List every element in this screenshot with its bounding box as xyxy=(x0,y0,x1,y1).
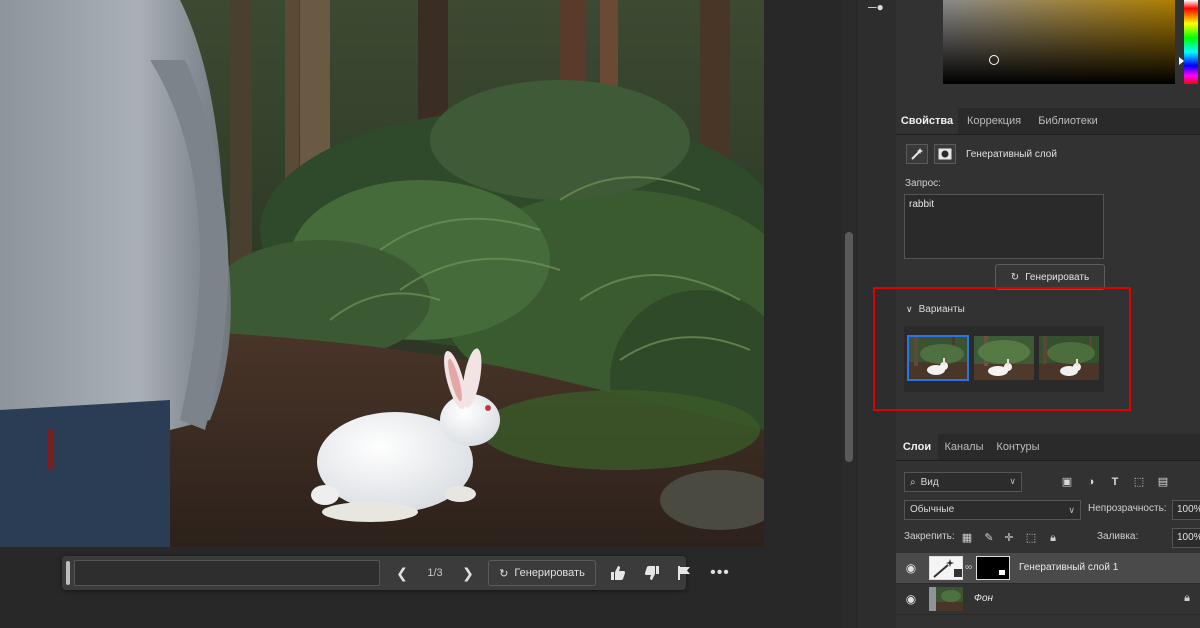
next-variant-button[interactable]: ❯ xyxy=(458,560,478,586)
forest-photo-with-rabbit[interactable] xyxy=(0,0,764,547)
type-filter-icon[interactable]: T xyxy=(1108,475,1122,489)
layer-mask-thumbnail[interactable] xyxy=(976,556,1010,580)
lock-icon: 🔒︎ xyxy=(1184,592,1190,604)
adjustment-filter-icon[interactable]: ◑ xyxy=(1084,475,1098,489)
tab-paths[interactable]: Контуры xyxy=(990,434,1046,460)
contextual-taskbar: ❮ 1/3 ❯ ↻ Генерировать ••• xyxy=(62,556,729,590)
shape-filter-icon[interactable]: ⬚ xyxy=(1132,475,1146,489)
chevron-down-icon: ∨ xyxy=(1068,505,1075,515)
layer-filter-value: Вид xyxy=(920,476,939,488)
thumbs-up-icon xyxy=(611,566,625,580)
thumbs-down-icon xyxy=(645,566,659,580)
layer-row-background[interactable]: ◉ Фон 🔒︎ xyxy=(896,584,1200,615)
chevron-left-icon: ❮ xyxy=(396,564,408,581)
taskbar-drag-handle[interactable] xyxy=(66,561,70,585)
tab-libraries[interactable]: Библиотеки xyxy=(1030,108,1106,134)
refresh-icon: ↻ xyxy=(1010,271,1020,283)
thumbs-up-button[interactable] xyxy=(606,560,630,586)
scrollbar-thumb[interactable] xyxy=(845,232,853,462)
lock-label: Закрепить: xyxy=(904,531,955,542)
pin-icon[interactable]: ─● xyxy=(868,0,886,14)
flag-icon xyxy=(678,566,690,580)
layer-filter-select[interactable]: ⌕ Вид ∨ xyxy=(904,472,1022,492)
more-icon: ••• xyxy=(710,564,730,581)
layer-name[interactable]: Фон xyxy=(974,593,993,604)
thumbs-down-button[interactable] xyxy=(640,560,664,586)
prompt-label: Запрос: xyxy=(905,178,941,189)
fill-label: Заливка: xyxy=(1097,531,1139,542)
taskbar-prompt-input[interactable] xyxy=(74,560,380,586)
background-layer-thumbnail xyxy=(929,587,963,611)
lock-row: Закрепить: ▦ ✎ ✛ ⬚ 🔒︎ Заливка: 100% xyxy=(904,528,1200,548)
color-picker-cursor[interactable] xyxy=(989,55,999,65)
eye-icon[interactable]: ◉ xyxy=(904,561,918,575)
prompt-textarea[interactable]: rabbit xyxy=(904,194,1104,259)
blend-mode-value: Обычные xyxy=(910,504,955,515)
lock-transparency-icon[interactable]: ▦ xyxy=(960,531,974,545)
lock-artboard-icon[interactable]: ⬚ xyxy=(1024,531,1038,545)
generative-layer-thumbnail xyxy=(929,556,963,580)
search-icon: ⌕ xyxy=(910,476,916,488)
fill-input[interactable]: 100% xyxy=(1172,528,1200,548)
blend-row: Обычные ∨ Непрозрачность: 100% xyxy=(904,500,1200,520)
eye-icon[interactable]: ◉ xyxy=(904,592,918,606)
chevron-right-icon: ❯ xyxy=(462,564,474,581)
document-canvas[interactable]: ❮ 1/3 ❯ ↻ Генерировать ••• xyxy=(0,0,858,628)
variant-counter: 1/3 xyxy=(427,567,443,579)
properties-header: Генеративный слой xyxy=(906,143,1057,165)
layer-name[interactable]: Генеративный слой 1 xyxy=(1019,562,1118,573)
opacity-input[interactable]: 100% xyxy=(1172,500,1200,520)
properties-layer-type: Генеративный слой xyxy=(966,148,1057,160)
tab-channels[interactable]: Каналы xyxy=(939,434,989,460)
opacity-label: Непрозрачность: xyxy=(1088,503,1167,514)
blend-mode-select[interactable]: Обычные ∨ xyxy=(904,500,1081,520)
lock-pixels-icon[interactable]: ✎ xyxy=(982,531,996,545)
layer-mask-icon[interactable] xyxy=(934,144,956,164)
chain-link-icon[interactable]: ∞ xyxy=(965,562,972,573)
layer-filter-row: ⌕ Вид ∨ ▣ ◑ T ⬚ ▤ xyxy=(904,472,1200,492)
layers-tab-bar: Слои Каналы Контуры xyxy=(896,434,1200,461)
more-options-button[interactable]: ••• xyxy=(708,560,732,586)
generate-button-label: Генерировать xyxy=(1025,271,1090,283)
hue-slider[interactable] xyxy=(1184,0,1198,84)
chevron-down-icon: ∨ xyxy=(1009,476,1016,486)
taskbar-generate-label: Генерировать xyxy=(514,567,585,579)
image-filter-icon[interactable]: ▣ xyxy=(1060,475,1074,489)
properties-tab-bar: Свойства Коррекция Библиотеки xyxy=(896,108,1200,135)
generative-layer-icon[interactable] xyxy=(906,144,928,164)
color-picker-field[interactable] xyxy=(943,0,1175,84)
smart-object-filter-icon[interactable]: ▤ xyxy=(1156,475,1170,489)
previous-variant-button[interactable]: ❮ xyxy=(392,560,412,586)
refresh-icon: ↻ xyxy=(499,567,509,580)
lock-position-icon[interactable]: ✛ xyxy=(1002,531,1016,545)
layer-row-generative[interactable]: ◉ ∞ Генеративный слой 1 xyxy=(896,553,1200,584)
report-flag-button[interactable] xyxy=(672,560,696,586)
tab-layers[interactable]: Слои xyxy=(896,434,938,460)
tab-adjustments[interactable]: Коррекция xyxy=(959,108,1029,134)
taskbar-generate-button[interactable]: ↻ Генерировать xyxy=(488,560,596,586)
tab-properties[interactable]: Свойства xyxy=(896,108,958,134)
lock-all-icon[interactable]: 🔒︎ xyxy=(1046,531,1060,545)
vertical-scrollbar[interactable] xyxy=(842,0,856,628)
variants-highlight-annotation xyxy=(873,287,1131,411)
